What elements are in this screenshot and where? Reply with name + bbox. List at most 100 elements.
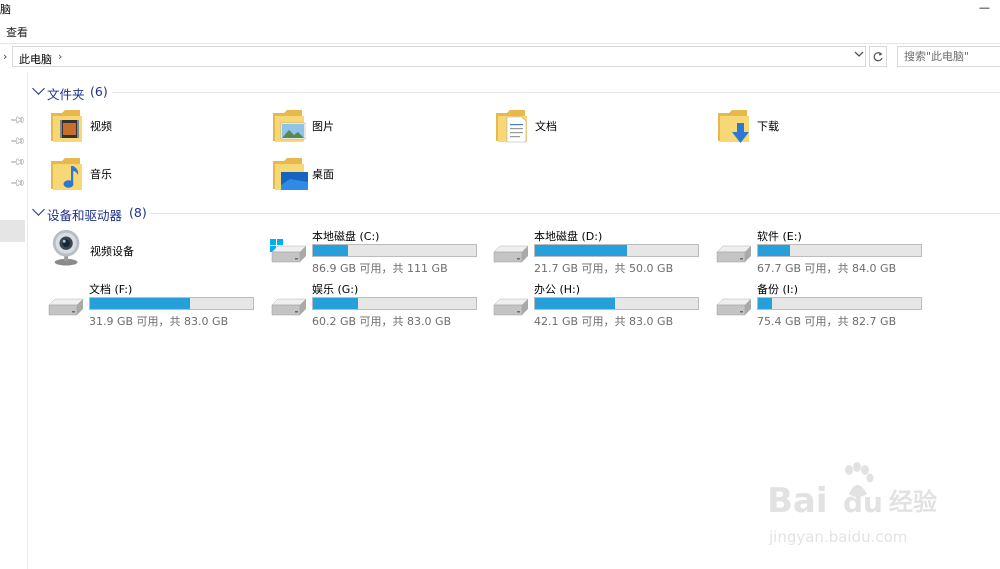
folder-item-music[interactable]: 音乐: [50, 155, 240, 197]
drive-name: 备份 (I:): [757, 283, 799, 296]
chevron-down-icon[interactable]: [32, 82, 45, 95]
capacity-bar: [89, 297, 254, 310]
hard-drive-icon: [270, 239, 307, 263]
drive-free-space: 21.7 GB 可用，共 50.0 GB: [534, 262, 674, 275]
drive-name: 本地磁盘 (C:): [312, 230, 380, 243]
svg-text:Bai: Bai: [767, 481, 828, 521]
hard-drive-icon: [493, 298, 529, 316]
address-dropdown-button[interactable]: [852, 48, 866, 65]
navigation-pane[interactable]: 📌︎ 📌︎ 📌︎ 📌︎: [0, 72, 28, 569]
capacity-bar: [312, 297, 477, 310]
search-input[interactable]: [904, 48, 1000, 65]
desktop-folder-icon: [273, 158, 308, 190]
drive-name: 软件 (E:): [757, 230, 802, 243]
folder-item-downloads[interactable]: 下载: [717, 107, 907, 149]
drive-name: 文档 (F:): [89, 283, 133, 296]
svg-text:jingyan.baidu.com: jingyan.baidu.com: [768, 528, 907, 546]
drive-item[interactable]: 娱乐 (G:) 60.2 GB 可用，共 83.0 GB: [268, 281, 483, 329]
address-bar[interactable]: 此电脑 ›: [12, 46, 866, 67]
title-bar: 脑 —: [0, 0, 1000, 18]
group-title: 文件夹: [47, 87, 85, 102]
folder-name: 文档: [535, 120, 557, 133]
chevron-down-icon[interactable]: [32, 203, 45, 216]
webcam-icon: [52, 229, 80, 266]
drive-name: 办公 (H:): [534, 283, 581, 296]
baidu-logo: Bai du 经验 jingyan.baidu.com: [767, 462, 937, 546]
pin-icon[interactable]: 📌︎: [9, 154, 26, 171]
drive-free-space: 67.7 GB 可用，共 84.0 GB: [757, 262, 897, 275]
search-box[interactable]: [897, 46, 1000, 67]
capacity-bar: [312, 244, 477, 257]
capacity-bar: [757, 297, 922, 310]
tab-view[interactable]: 查看: [6, 24, 28, 40]
hard-drive-icon: [493, 245, 529, 263]
folder-item-videos[interactable]: 视频: [50, 107, 240, 149]
group-count: (8): [129, 205, 147, 220]
nav-expand-arrow[interactable]: ›: [3, 50, 7, 63]
capacity-fill: [758, 298, 773, 309]
group-divider: [112, 92, 1000, 93]
drive-name: 娱乐 (G:): [312, 283, 359, 296]
pin-icon[interactable]: 📌︎: [9, 133, 26, 150]
device-item-webcam[interactable]: 视频设备: [50, 228, 240, 270]
hard-drive-icon: [716, 245, 752, 263]
folder-name: 图片: [312, 120, 334, 133]
hard-drive-icon: [271, 298, 307, 316]
drive-free-space: 42.1 GB 可用，共 83.0 GB: [534, 315, 674, 328]
capacity-bar: [534, 297, 699, 310]
group-count: (6): [90, 84, 108, 99]
window-title: 脑: [0, 3, 11, 16]
nav-selected-item[interactable]: [0, 220, 25, 242]
drive-free-space: 31.9 GB 可用，共 83.0 GB: [89, 315, 229, 328]
drive-item[interactable]: 本地磁盘 (D:) 21.7 GB 可用，共 50.0 GB: [490, 228, 705, 276]
folder-item-documents[interactable]: 文档: [495, 107, 685, 149]
folder-item-pictures[interactable]: 图片: [272, 107, 462, 149]
group-header-folders[interactable]: 文件夹 (6): [32, 82, 1000, 102]
pin-icon[interactable]: 📌︎: [9, 112, 26, 129]
pin-icon[interactable]: 📌︎: [9, 175, 26, 192]
device-name: 视频设备: [90, 245, 134, 258]
capacity-fill: [90, 298, 191, 309]
video-folder-icon: [51, 110, 82, 142]
capacity-fill: [758, 245, 790, 256]
ribbon: 查看: [0, 18, 1000, 44]
svg-text:du: du: [843, 486, 883, 519]
capacity-fill: [535, 298, 616, 309]
svg-text:经验: 经验: [889, 488, 937, 516]
capacity-fill: [313, 245, 349, 256]
group-divider: [150, 213, 1000, 214]
drive-item[interactable]: 本地磁盘 (C:) 86.9 GB 可用，共 111 GB: [268, 228, 483, 276]
drive-item[interactable]: 软件 (E:) 67.7 GB 可用，共 84.0 GB: [713, 228, 928, 276]
minimize-button[interactable]: —: [979, 1, 990, 14]
downloads-folder-icon: [718, 110, 749, 143]
drive-item[interactable]: 办公 (H:) 42.1 GB 可用，共 83.0 GB: [490, 281, 705, 329]
chevron-down-icon: [854, 51, 864, 57]
breadcrumb-separator-icon[interactable]: ›: [58, 50, 62, 63]
breadcrumb-this-pc[interactable]: 此电脑: [19, 51, 52, 67]
hard-drive-icon: [716, 298, 752, 316]
drive-free-space: 75.4 GB 可用，共 82.7 GB: [757, 315, 897, 328]
hard-drive-icon: [48, 298, 84, 316]
folder-item-desktop[interactable]: 桌面: [272, 155, 462, 197]
folder-name: 下载: [757, 120, 779, 133]
folder-name: 视频: [90, 120, 112, 133]
folder-name: 桌面: [312, 168, 334, 181]
baidu-jingyan-watermark: Bai du 经验 jingyan.baidu.com: [757, 462, 957, 552]
drive-item[interactable]: 文档 (F:) 31.9 GB 可用，共 83.0 GB: [45, 281, 260, 329]
music-folder-icon: [51, 158, 82, 190]
address-row: › 此电脑 ›: [0, 46, 1000, 69]
documents-folder-icon: [496, 110, 527, 143]
group-header-devices[interactable]: 设备和驱动器 (8): [32, 203, 1000, 223]
capacity-fill: [535, 245, 628, 256]
capacity-fill: [313, 298, 358, 309]
drive-free-space: 60.2 GB 可用，共 83.0 GB: [312, 315, 452, 328]
group-title: 设备和驱动器: [47, 208, 123, 223]
drive-free-space: 86.9 GB 可用，共 111 GB: [312, 262, 448, 275]
refresh-button[interactable]: [869, 46, 887, 67]
pictures-folder-icon: [273, 110, 306, 142]
refresh-icon: [873, 52, 883, 62]
drive-item[interactable]: 备份 (I:) 75.4 GB 可用，共 82.7 GB: [713, 281, 928, 329]
drive-name: 本地磁盘 (D:): [534, 230, 603, 243]
capacity-bar: [534, 244, 699, 257]
folder-name: 音乐: [90, 168, 112, 181]
